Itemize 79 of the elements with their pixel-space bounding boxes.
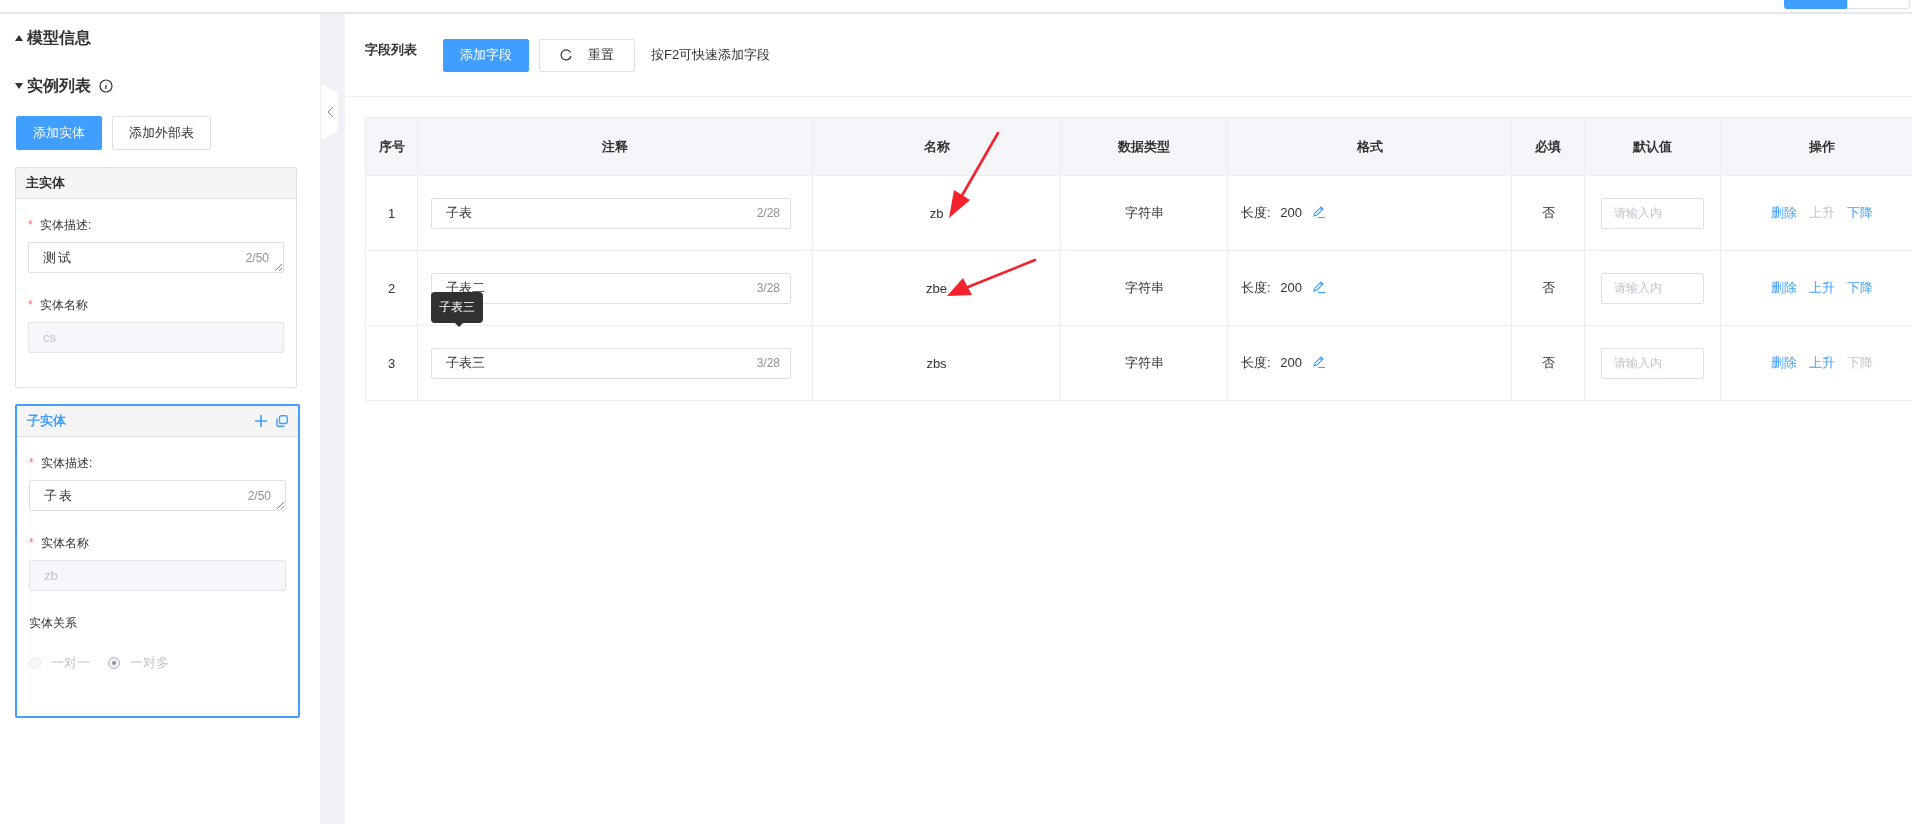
column-header: 名称 <box>812 117 1061 176</box>
table-cell: 否 <box>1511 175 1585 251</box>
action-link[interactable]: 上升 <box>1809 279 1835 297</box>
table-cell: 1 <box>365 175 418 251</box>
default-value-field[interactable]: 请输入内 <box>1601 197 1704 229</box>
plus-icon[interactable] <box>255 415 267 427</box>
table-cell: 200 <box>1280 205 1302 220</box>
table-cell: 字符串 <box>1060 325 1228 401</box>
column-header: 数据类型 <box>1060 117 1228 176</box>
char-count: 3/28 <box>756 281 780 295</box>
pencil-icon[interactable] <box>1311 280 1326 294</box>
table-cell: 200 <box>1280 355 1302 370</box>
field-label: 实体关系 <box>29 616 77 630</box>
table-cell: 字符串 <box>1060 175 1228 251</box>
table-cell: 3 <box>365 325 418 401</box>
chevron-left-icon[interactable] <box>326 106 334 118</box>
char-count: 2/28 <box>756 206 780 220</box>
table-cell: 200 <box>1280 280 1302 295</box>
format-label: 长度: <box>1241 280 1271 295</box>
pencil-icon[interactable] <box>1311 205 1326 219</box>
table-cell: zbs <box>926 355 947 371</box>
char-count: 2/50 <box>245 250 269 265</box>
default-value-field[interactable]: 请输入内 <box>1601 272 1704 304</box>
add-button[interactable]: 添加外部表 <box>112 116 211 150</box>
table-cell: 否 <box>1511 250 1585 326</box>
hint-text: 按F2可快速添加字段 <box>651 46 771 64</box>
default-value-field[interactable]: 请输入内 <box>1601 347 1704 379</box>
section-title: 实例列表 <box>27 75 91 96</box>
table-cell: 2 <box>365 250 418 326</box>
pencil-icon[interactable] <box>1311 355 1326 369</box>
field-label: 实体描述: <box>40 218 92 232</box>
field-label: 实体描述: <box>41 456 93 470</box>
add-button[interactable]: 添加实体 <box>16 116 102 150</box>
column-header: 注释 <box>417 117 813 176</box>
action-link[interactable]: 下降 <box>1847 204 1873 222</box>
reset-button[interactable]: 重置 <box>539 38 635 72</box>
add-field-button[interactable]: 添加字段 <box>443 38 529 72</box>
column-header: 必填 <box>1511 117 1585 176</box>
column-header: 序号 <box>365 117 418 176</box>
char-count: 2/50 <box>247 488 271 503</box>
description-field[interactable]: 测试 2/50 <box>28 242 284 273</box>
view-switch-segment[interactable] <box>1784 0 1847 9</box>
refresh-icon <box>560 49 572 61</box>
action-link[interactable]: 删除 <box>1771 204 1797 222</box>
resize-handle-icon[interactable] <box>276 501 284 509</box>
action-link[interactable]: 删除 <box>1771 354 1797 372</box>
format-label: 长度: <box>1241 355 1271 370</box>
format-label: 长度: <box>1241 205 1271 220</box>
comment-field[interactable]: 子表三 3/28 <box>431 347 791 379</box>
char-count: 3/28 <box>756 356 780 370</box>
column-header: 默认值 <box>1584 117 1721 176</box>
required-mark: * <box>28 218 33 232</box>
required-mark: * <box>29 536 34 550</box>
section-title: 字段列表 <box>365 41 417 59</box>
description-field[interactable]: 子表 2/50 <box>29 480 286 511</box>
comment-field[interactable]: 子表 2/28 <box>431 197 791 229</box>
caret-up-icon[interactable] <box>15 35 23 41</box>
caret-down-icon[interactable] <box>15 83 23 89</box>
section-title: 模型信息 <box>27 27 91 48</box>
copy-icon[interactable] <box>276 415 288 427</box>
table-cell: 字符串 <box>1060 250 1228 326</box>
action-link[interactable]: 上升 <box>1809 354 1835 372</box>
table-cell: zbe <box>926 280 947 296</box>
resize-handle-icon[interactable] <box>274 263 282 271</box>
field-label: 实体名称 <box>40 298 88 312</box>
action-link[interactable]: 下降 <box>1847 279 1873 297</box>
required-mark: * <box>28 298 33 312</box>
table-cell: zb <box>929 205 944 221</box>
entity-title: 子实体 <box>27 412 66 430</box>
field-label: 实体名称 <box>41 536 89 550</box>
table-cell: 否 <box>1511 325 1585 401</box>
tooltip-pointer <box>454 322 464 327</box>
column-header: 格式 <box>1227 117 1512 176</box>
entity-title: 主实体 <box>26 174 65 192</box>
info-icon[interactable] <box>99 79 113 93</box>
action-link[interactable]: 删除 <box>1771 279 1797 297</box>
tooltip: 子表三 <box>431 292 483 323</box>
column-header: 操作 <box>1720 117 1912 176</box>
required-mark: * <box>29 456 34 470</box>
